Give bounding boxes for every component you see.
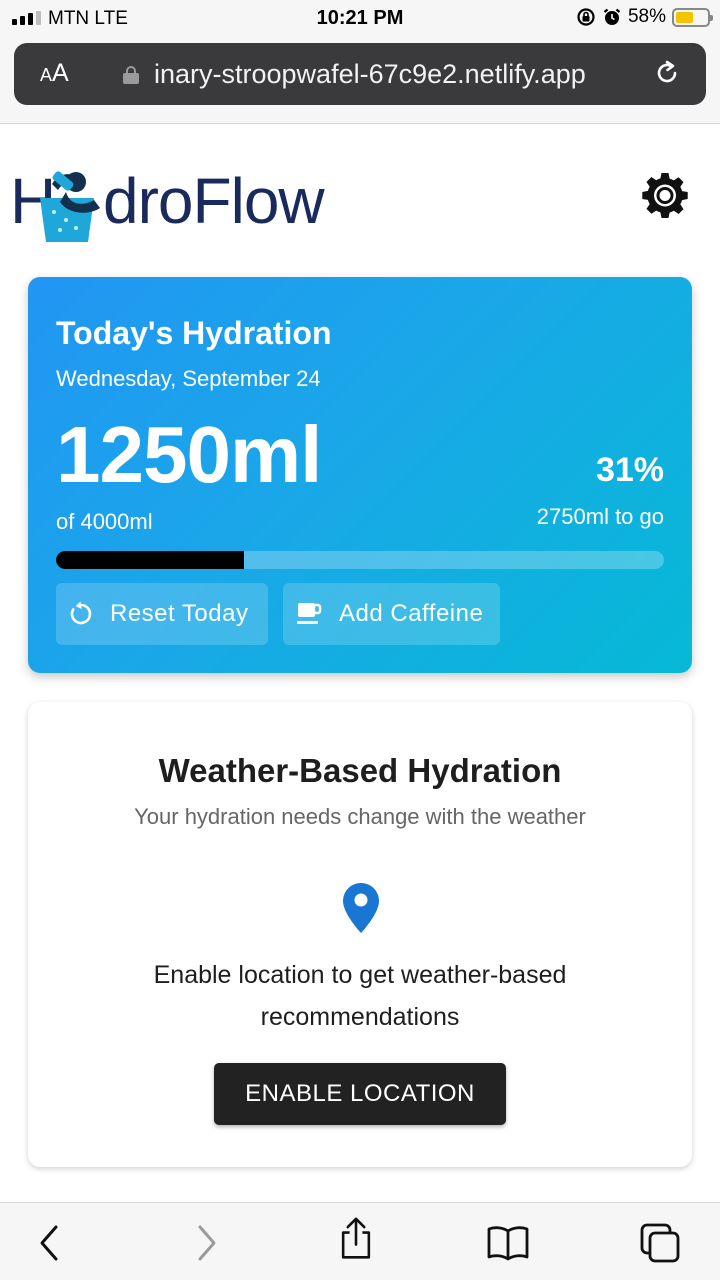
coffee-cup-icon [297,603,322,624]
weather-subtitle: Your hydration needs change with the wea… [134,804,586,829]
browser-chrome-top: MTN LTE 10:21 PM 58% AA inary-stroopwafe… [0,0,720,124]
hydration-card: Today's Hydration Wednesday, September 2… [28,277,692,673]
hydration-title: Today's Hydration [56,315,332,351]
add-caffeine-label: Add Caffeine [339,600,484,627]
hydration-goal: of 4000ml [56,509,153,534]
weather-title: Weather-Based Hydration [158,752,562,789]
hydration-progress-bar [56,551,664,569]
url-text[interactable]: inary-stroopwafel-67c9e2.netlify.app [154,59,586,90]
location-pin-icon [343,883,379,933]
forward-icon[interactable] [184,1221,228,1265]
reload-icon[interactable] [652,58,682,88]
back-icon[interactable] [28,1221,72,1265]
battery-percent: 58% [627,6,666,27]
hydration-date: Wednesday, September 24 [56,366,321,391]
hydration-remaining: 2750ml to go [536,504,664,529]
alarm-icon [603,8,621,25]
drinking-figure-logo-icon [40,171,100,242]
bookmarks-icon[interactable] [486,1221,530,1265]
reader-settings-button[interactable]: AA [40,59,69,88]
gear-icon[interactable] [641,170,689,218]
reset-icon [70,601,92,625]
add-caffeine-button[interactable]: Add Caffeine [283,583,500,645]
browser-toolbar [0,1202,720,1280]
rotation-lock-icon [577,8,595,26]
address-bar[interactable]: AA inary-stroopwafel-67c9e2.netlify.app [14,43,706,105]
lock-icon [123,66,139,84]
enable-location-button[interactable]: ENABLE LOCATION [214,1063,506,1125]
battery-icon [672,7,713,27]
tabs-icon[interactable] [638,1221,682,1265]
reset-today-button[interactable]: Reset Today [56,583,268,645]
logo-text: droFlow [103,165,325,237]
status-bar: MTN LTE 10:21 PM 58% [0,0,720,38]
reset-today-label: Reset Today [110,600,249,627]
weather-message: Enable location to get weather-based rec… [153,961,567,1031]
weather-card: Weather-Based Hydration Your hydration n… [28,702,692,1167]
hydration-amount: 1250ml [56,410,322,499]
battery-level [676,11,694,23]
app-logo[interactable]: H droFlow [10,160,350,244]
hydration-progress-fill [56,551,245,569]
hydration-percent: 31% [595,451,664,489]
share-icon[interactable] [334,1217,378,1261]
status-right: 58% [576,6,713,28]
